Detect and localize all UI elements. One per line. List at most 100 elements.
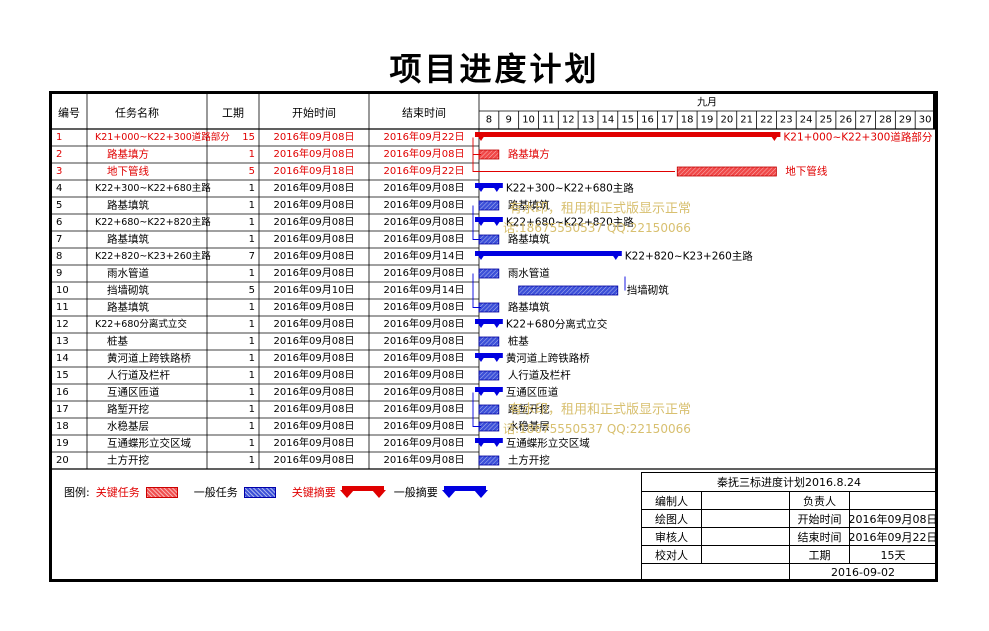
task-name: K22+680分离式立交 [95,318,187,330]
header-start: 开始时间 [292,106,336,120]
task-bar [478,336,500,347]
day-label: 8 [486,115,492,126]
duration-value: 15天 [850,546,936,564]
day-label: 18 [681,115,694,126]
header-name: 任务名称 [115,106,159,120]
day-label: 29 [899,115,912,126]
legend-normal-summary-swatch [441,486,488,498]
task-name: 人行道及栏杆 [107,369,170,382]
task-end: 2016年09月08日 [384,385,465,398]
task-start: 2016年09月08日 [274,181,355,194]
day-label: 25 [820,115,833,126]
task-name: 路基填筑 [107,199,149,212]
task-start: 2016年09月08日 [274,130,355,143]
bar-label: 互通区匝道 [506,386,559,399]
bar-label: 地下管线 [785,165,827,178]
task-start: 2016年09月08日 [274,351,355,364]
checker-label: 校对人 [642,546,702,564]
task-duration: 5 [249,285,255,296]
reviewer-label: 审核人 [642,528,702,546]
day-label: 9 [506,115,512,126]
legend-normal-task: 一般任务 [193,486,238,499]
task-end: 2016年09月08日 [384,436,465,449]
task-end: 2016年09月08日 [384,215,465,228]
bar-label: 挡墙砌筑 [627,284,669,297]
day-label: 23 [780,115,793,126]
bar-label: 土方开挖 [508,454,550,467]
header-month: 九月 [697,97,717,109]
task-bar [478,200,500,211]
task-name: 黄河道上跨铁路桥 [107,352,191,365]
task-end: 2016年09月22日 [384,130,465,143]
day-label: 12 [562,115,575,126]
day-label: 11 [542,115,555,126]
bar-label: 路基填方 [508,148,550,161]
day-label: 16 [641,115,654,126]
compiler-label: 编制人 [642,492,702,510]
task-name: 路基填筑 [107,233,149,246]
task-name: 路基填方 [107,148,149,161]
watermark-line: 话:18675550537 QQ:22150066 [503,422,691,436]
task-id: 16 [56,387,69,398]
task-bar [478,404,500,415]
task-duration: 1 [249,234,255,245]
task-id: 7 [56,234,62,245]
task-start: 2016年09月08日 [274,334,355,347]
bar-label: 互通蝶形立交区域 [506,437,590,450]
task-end: 2016年09月08日 [384,181,465,194]
task-id: 17 [56,404,69,415]
day-label: 24 [800,115,813,126]
task-start: 2016年09月08日 [274,368,355,381]
task-name: 雨水管道 [107,267,149,280]
task-id: 3 [56,166,62,177]
task-end: 2016年09月08日 [384,419,465,432]
task-bar [478,234,500,245]
owner-label: 负责人 [790,492,850,510]
bar-label: 路基填筑 [508,301,550,314]
task-duration: 1 [249,336,255,347]
task-start: 2016年09月08日 [274,436,355,449]
task-end: 2016年09月08日 [384,317,465,330]
legend-critical-summary: 关键摘要 [291,486,336,499]
end-value: 2016年09月22日 [849,528,938,546]
task-name: K22+680~K22+820主路 [95,216,211,228]
compiler-value [702,492,790,510]
summary-bar [475,251,622,256]
task-start: 2016年09月08日 [274,266,355,279]
header-id: 编号 [58,106,80,120]
task-bar [676,166,777,177]
task-name: 路堑开挖 [107,403,149,416]
task-id: 15 [56,370,69,381]
watermark-line: 有水印，租用和正式版显示正常 [509,403,691,418]
dependency-2-3 [472,154,675,172]
start-label: 开始时间 [790,510,850,528]
task-start: 2016年09月08日 [274,147,355,160]
task-end: 2016年09月22日 [384,164,465,177]
task-bar [478,421,500,432]
task-duration: 1 [249,370,255,381]
task-start: 2016年09月08日 [274,402,355,415]
day-label: 15 [621,115,634,126]
drawer-value [702,510,790,528]
task-id: 6 [56,217,62,228]
task-duration: 1 [249,353,255,364]
task-name: 挡墙砌筑 [107,284,149,297]
task-start: 2016年09月08日 [274,300,355,313]
bar-label: K21+000~K22+300道路部分 [783,131,932,144]
task-duration: 7 [249,251,255,262]
day-label: 26 [839,115,852,126]
start-value: 2016年09月08日 [849,510,938,528]
task-end: 2016年09月08日 [384,232,465,245]
bar-label: K22+820~K23+260主路 [625,250,753,263]
watermark-line: 话:18675550537 QQ:22150066 [503,221,691,235]
task-duration: 1 [249,404,255,415]
owner-value [850,492,936,510]
bar-label: K22+680分离式立交 [506,318,608,331]
task-id: 13 [56,336,69,347]
task-start: 2016年09月08日 [274,198,355,211]
day-label: 30 [919,115,932,126]
date-spacer [642,564,790,580]
task-start: 2016年09月08日 [274,232,355,245]
task-id: 4 [56,183,62,194]
dependency-9-11 [472,273,481,308]
